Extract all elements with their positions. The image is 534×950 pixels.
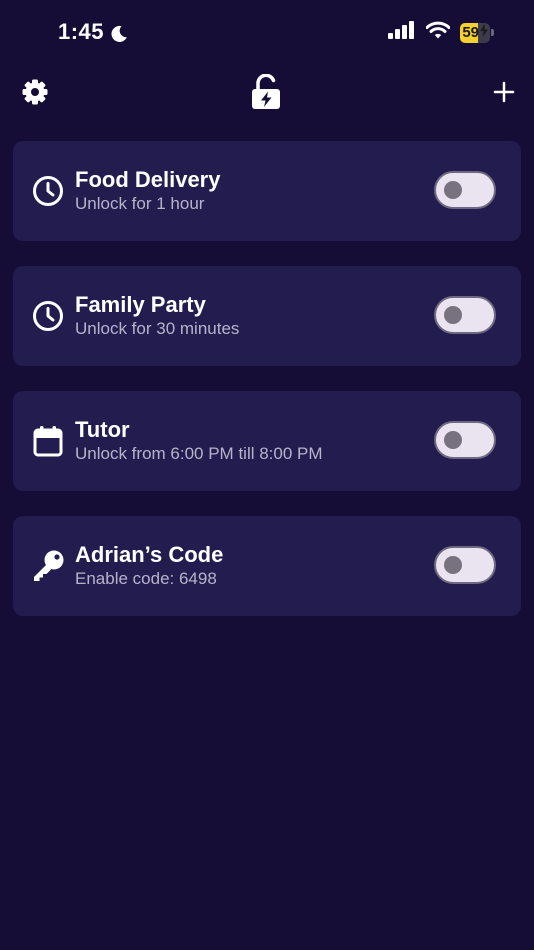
battery-level: 59: [462, 24, 479, 41]
list-item-subtitle: Unlock from 6:00 PM till 8:00 PM: [75, 444, 323, 463]
enable-toggle[interactable]: [434, 171, 496, 209]
list-item-text: Tutor Unlock from 6:00 PM till 8:00 PM: [75, 417, 323, 465]
plus-icon: [493, 81, 515, 108]
list-item-subtitle: Unlock for 30 minutes: [75, 319, 240, 338]
status-time: 1:45: [58, 19, 105, 44]
list-item-food-delivery[interactable]: Food Delivery Unlock for 1 hour: [13, 141, 521, 241]
list-item-subtitle: Enable code: 6498: [75, 569, 217, 588]
add-button[interactable]: [486, 76, 522, 112]
moon-icon: [110, 23, 128, 42]
unlock-list: Food Delivery Unlock for 1 hour Family P…: [13, 141, 521, 641]
battery-tip: [491, 29, 494, 36]
list-item-text: Food Delivery Unlock for 1 hour: [75, 167, 220, 215]
charging-bolt-icon: [480, 24, 488, 41]
calendar-icon: [31, 424, 65, 458]
clock-icon: [31, 174, 65, 208]
list-item-family-party[interactable]: Family Party Unlock for 30 minutes: [13, 266, 521, 366]
lock-bolt-icon: [250, 73, 282, 115]
gear-icon: [21, 78, 49, 111]
status-time-group: 1:45: [58, 19, 128, 45]
wifi-icon: [425, 21, 451, 44]
settings-button[interactable]: [17, 76, 53, 112]
toggle-knob: [444, 181, 462, 199]
list-item-text: Family Party Unlock for 30 minutes: [75, 292, 239, 340]
status-indicators: 59: [388, 21, 494, 44]
toolbar: [0, 73, 534, 116]
list-item-title: Food Delivery: [75, 167, 221, 192]
quick-unlock-button[interactable]: [248, 73, 284, 115]
battery-body: 59: [460, 22, 491, 43]
list-item-tutor[interactable]: Tutor Unlock from 6:00 PM till 8:00 PM: [13, 391, 521, 491]
key-icon: [31, 549, 65, 583]
list-item-title: Adrian’s Code: [75, 542, 224, 567]
enable-toggle[interactable]: [434, 296, 496, 334]
list-item-title: Family Party: [75, 292, 206, 317]
status-bar: 1:45 59: [0, 0, 534, 64]
enable-toggle[interactable]: [434, 546, 496, 584]
toggle-knob: [444, 556, 462, 574]
cellular-signal-icon: [388, 21, 416, 44]
list-item-adrians-code[interactable]: Adrian’s Code Enable code: 6498: [13, 516, 521, 616]
toggle-knob: [444, 431, 462, 449]
list-item-text: Adrian’s Code Enable code: 6498: [75, 542, 223, 590]
list-item-title: Tutor: [75, 417, 130, 442]
toggle-knob: [444, 306, 462, 324]
battery-label: 59: [462, 24, 488, 41]
enable-toggle[interactable]: [434, 421, 496, 459]
battery-indicator: 59: [460, 22, 494, 43]
clock-icon: [31, 299, 65, 333]
list-item-subtitle: Unlock for 1 hour: [75, 194, 205, 213]
